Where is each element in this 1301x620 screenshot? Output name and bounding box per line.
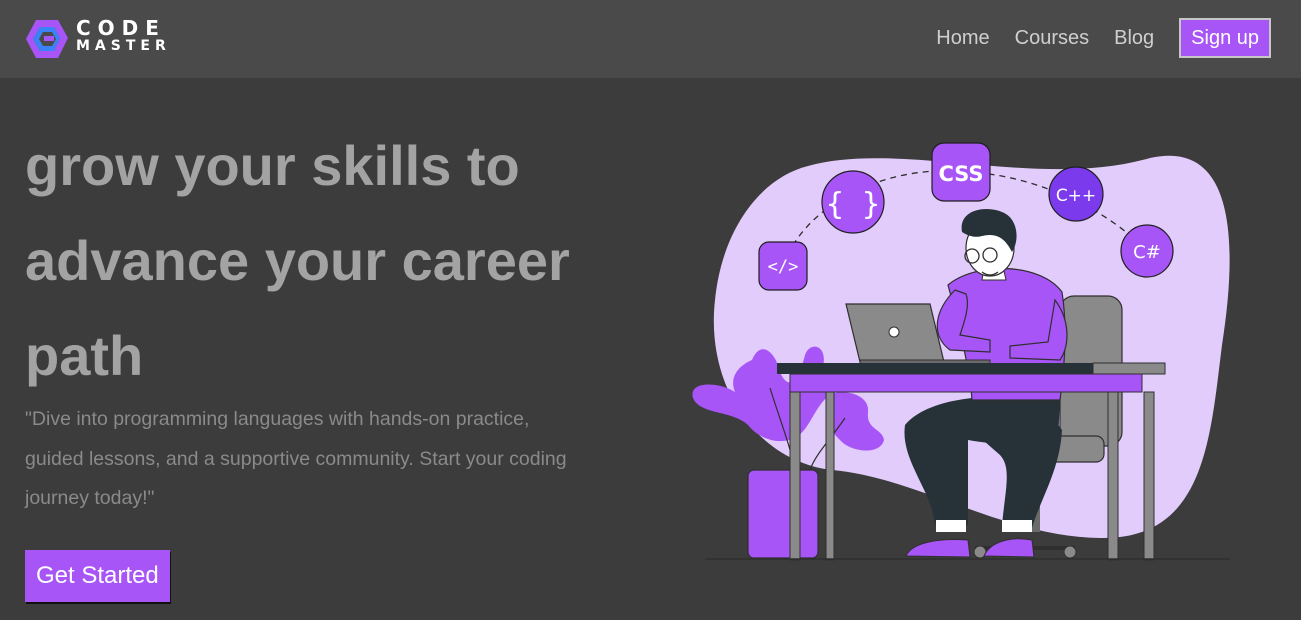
svg-text:C#: C# [1133,242,1161,263]
svg-text:</>: </> [768,257,799,277]
logo-mark-icon [26,20,68,58]
signup-button[interactable]: Sign up [1179,18,1271,58]
nav-link-home[interactable]: Home [936,27,989,50]
brand-name-line1: CODE [76,16,166,40]
nav-link-blog[interactable]: Blog [1114,27,1154,50]
brand-logo[interactable]: CODE MASTER [24,16,174,62]
braces-badge-icon: { } [821,170,885,234]
svg-text:C++: C++ [1056,186,1096,206]
navbar: CODE MASTER Home Courses Blog Sign up [0,0,1301,78]
brand-name-line2: MASTER [76,38,171,54]
hero-subtext: "Dive into programming languages with ha… [25,408,567,509]
nav-menu: Home Courses Blog Sign up [911,18,1271,58]
html-badge-icon: </> [758,241,808,291]
brand-wordmark: CODE MASTER [76,16,171,55]
get-started-button[interactable]: Get Started [25,550,170,602]
hero-illustration: </> { } CSS C++ C# [692,142,1230,561]
css-badge-icon: CSS [931,142,991,202]
svg-text:CSS: CSS [938,162,983,186]
svg-text:{ }: { } [826,187,880,222]
csharp-badge-icon: C# [1120,224,1174,278]
hero-headline: grow your skills to advance your career … [25,134,570,387]
nav-link-courses[interactable]: Courses [1015,27,1089,50]
cpp-badge-icon: C++ [1048,166,1104,222]
